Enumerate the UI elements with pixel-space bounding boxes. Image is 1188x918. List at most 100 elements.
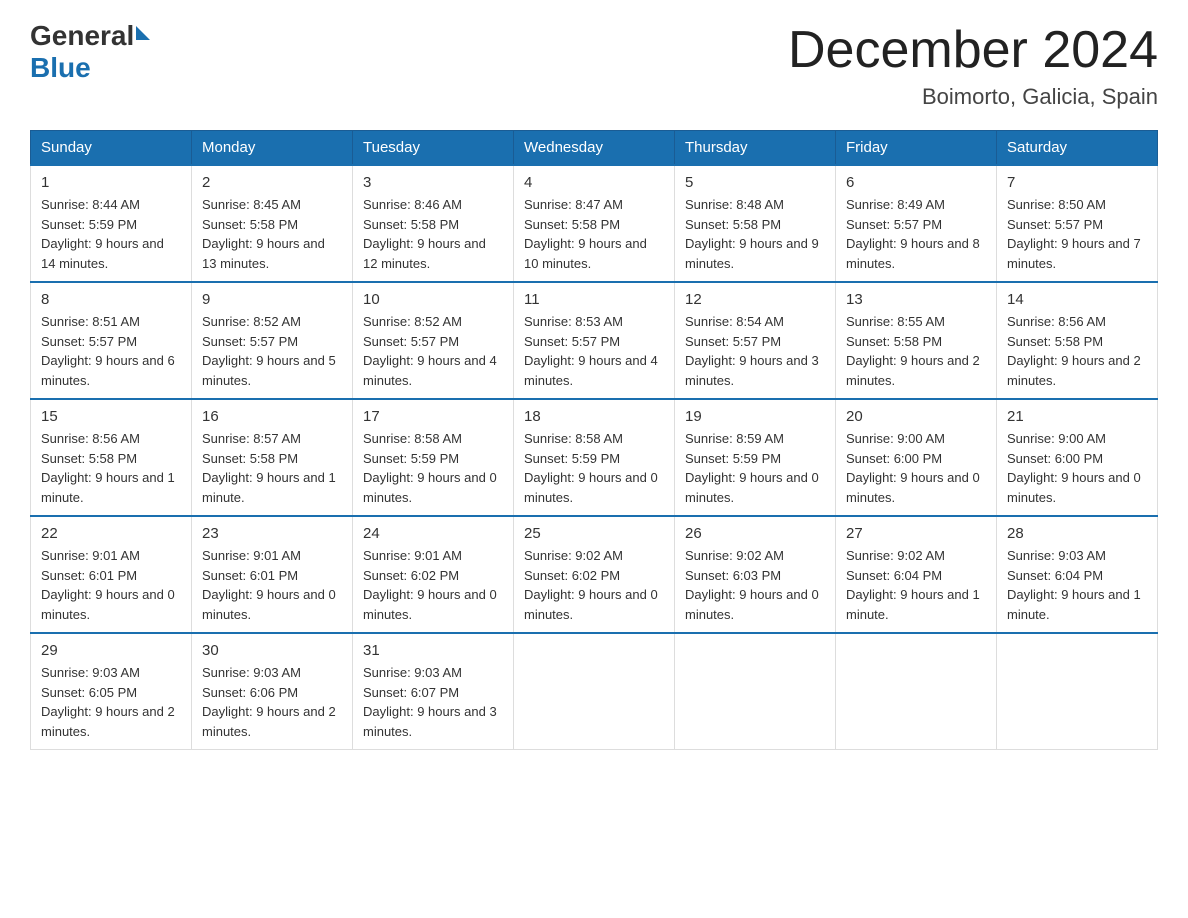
day-info: Sunrise: 9:02 AMSunset: 6:02 PMDaylight:… bbox=[524, 546, 664, 624]
day-info: Sunrise: 8:54 AMSunset: 5:57 PMDaylight:… bbox=[685, 312, 825, 390]
day-number: 15 bbox=[41, 408, 181, 425]
day-info: Sunrise: 9:01 AMSunset: 6:02 PMDaylight:… bbox=[363, 546, 503, 624]
day-info: Sunrise: 8:56 AMSunset: 5:58 PMDaylight:… bbox=[1007, 312, 1147, 390]
calendar-cell: 16 Sunrise: 8:57 AMSunset: 5:58 PMDaylig… bbox=[192, 399, 353, 516]
page-header: General Blue December 2024 Boimorto, Gal… bbox=[30, 20, 1158, 110]
month-title: December 2024 bbox=[788, 20, 1158, 80]
calendar-cell: 17 Sunrise: 8:58 AMSunset: 5:59 PMDaylig… bbox=[353, 399, 514, 516]
calendar-cell: 28 Sunrise: 9:03 AMSunset: 6:04 PMDaylig… bbox=[997, 516, 1158, 633]
calendar-cell: 27 Sunrise: 9:02 AMSunset: 6:04 PMDaylig… bbox=[836, 516, 997, 633]
calendar-cell: 4 Sunrise: 8:47 AMSunset: 5:58 PMDayligh… bbox=[514, 165, 675, 282]
day-info: Sunrise: 8:58 AMSunset: 5:59 PMDaylight:… bbox=[363, 429, 503, 507]
day-info: Sunrise: 8:48 AMSunset: 5:58 PMDaylight:… bbox=[685, 195, 825, 273]
day-info: Sunrise: 9:03 AMSunset: 6:07 PMDaylight:… bbox=[363, 663, 503, 741]
calendar-cell: 14 Sunrise: 8:56 AMSunset: 5:58 PMDaylig… bbox=[997, 282, 1158, 399]
week-row-4: 22 Sunrise: 9:01 AMSunset: 6:01 PMDaylig… bbox=[31, 516, 1158, 633]
day-info: Sunrise: 8:58 AMSunset: 5:59 PMDaylight:… bbox=[524, 429, 664, 507]
calendar-cell: 19 Sunrise: 8:59 AMSunset: 5:59 PMDaylig… bbox=[675, 399, 836, 516]
calendar-cell: 9 Sunrise: 8:52 AMSunset: 5:57 PMDayligh… bbox=[192, 282, 353, 399]
weekday-header-thursday: Thursday bbox=[675, 131, 836, 166]
day-number: 30 bbox=[202, 642, 342, 659]
day-number: 12 bbox=[685, 291, 825, 308]
day-number: 21 bbox=[1007, 408, 1147, 425]
calendar-cell: 20 Sunrise: 9:00 AMSunset: 6:00 PMDaylig… bbox=[836, 399, 997, 516]
day-info: Sunrise: 9:03 AMSunset: 6:04 PMDaylight:… bbox=[1007, 546, 1147, 624]
day-info: Sunrise: 9:01 AMSunset: 6:01 PMDaylight:… bbox=[202, 546, 342, 624]
day-number: 7 bbox=[1007, 174, 1147, 191]
day-number: 16 bbox=[202, 408, 342, 425]
day-info: Sunrise: 8:52 AMSunset: 5:57 PMDaylight:… bbox=[363, 312, 503, 390]
day-number: 4 bbox=[524, 174, 664, 191]
calendar-cell: 2 Sunrise: 8:45 AMSunset: 5:58 PMDayligh… bbox=[192, 165, 353, 282]
weekday-header-row: SundayMondayTuesdayWednesdayThursdayFrid… bbox=[31, 131, 1158, 166]
day-number: 6 bbox=[846, 174, 986, 191]
day-number: 18 bbox=[524, 408, 664, 425]
day-info: Sunrise: 8:51 AMSunset: 5:57 PMDaylight:… bbox=[41, 312, 181, 390]
weekday-header-saturday: Saturday bbox=[997, 131, 1158, 166]
calendar-cell: 30 Sunrise: 9:03 AMSunset: 6:06 PMDaylig… bbox=[192, 633, 353, 750]
day-info: Sunrise: 8:53 AMSunset: 5:57 PMDaylight:… bbox=[524, 312, 664, 390]
calendar-cell: 10 Sunrise: 8:52 AMSunset: 5:57 PMDaylig… bbox=[353, 282, 514, 399]
day-info: Sunrise: 8:52 AMSunset: 5:57 PMDaylight:… bbox=[202, 312, 342, 390]
day-number: 24 bbox=[363, 525, 503, 542]
calendar-cell: 7 Sunrise: 8:50 AMSunset: 5:57 PMDayligh… bbox=[997, 165, 1158, 282]
day-number: 27 bbox=[846, 525, 986, 542]
calendar-cell: 25 Sunrise: 9:02 AMSunset: 6:02 PMDaylig… bbox=[514, 516, 675, 633]
day-info: Sunrise: 8:57 AMSunset: 5:58 PMDaylight:… bbox=[202, 429, 342, 507]
logo-triangle-icon bbox=[136, 26, 150, 40]
calendar-cell: 13 Sunrise: 8:55 AMSunset: 5:58 PMDaylig… bbox=[836, 282, 997, 399]
title-area: December 2024 Boimorto, Galicia, Spain bbox=[788, 20, 1158, 110]
logo: General Blue bbox=[30, 20, 150, 84]
day-info: Sunrise: 9:00 AMSunset: 6:00 PMDaylight:… bbox=[1007, 429, 1147, 507]
day-number: 19 bbox=[685, 408, 825, 425]
calendar-cell: 22 Sunrise: 9:01 AMSunset: 6:01 PMDaylig… bbox=[31, 516, 192, 633]
calendar-cell bbox=[675, 633, 836, 750]
day-number: 3 bbox=[363, 174, 503, 191]
calendar-cell: 1 Sunrise: 8:44 AMSunset: 5:59 PMDayligh… bbox=[31, 165, 192, 282]
calendar-cell: 8 Sunrise: 8:51 AMSunset: 5:57 PMDayligh… bbox=[31, 282, 192, 399]
weekday-header-wednesday: Wednesday bbox=[514, 131, 675, 166]
calendar-cell: 26 Sunrise: 9:02 AMSunset: 6:03 PMDaylig… bbox=[675, 516, 836, 633]
day-number: 17 bbox=[363, 408, 503, 425]
day-number: 13 bbox=[846, 291, 986, 308]
day-number: 11 bbox=[524, 291, 664, 308]
calendar-cell: 31 Sunrise: 9:03 AMSunset: 6:07 PMDaylig… bbox=[353, 633, 514, 750]
week-row-3: 15 Sunrise: 8:56 AMSunset: 5:58 PMDaylig… bbox=[31, 399, 1158, 516]
day-info: Sunrise: 9:01 AMSunset: 6:01 PMDaylight:… bbox=[41, 546, 181, 624]
calendar-cell bbox=[836, 633, 997, 750]
day-info: Sunrise: 8:45 AMSunset: 5:58 PMDaylight:… bbox=[202, 195, 342, 273]
day-info: Sunrise: 8:49 AMSunset: 5:57 PMDaylight:… bbox=[846, 195, 986, 273]
calendar-cell: 21 Sunrise: 9:00 AMSunset: 6:00 PMDaylig… bbox=[997, 399, 1158, 516]
day-number: 5 bbox=[685, 174, 825, 191]
calendar-cell bbox=[997, 633, 1158, 750]
day-number: 14 bbox=[1007, 291, 1147, 308]
week-row-2: 8 Sunrise: 8:51 AMSunset: 5:57 PMDayligh… bbox=[31, 282, 1158, 399]
logo-general-text: General bbox=[30, 20, 134, 52]
week-row-5: 29 Sunrise: 9:03 AMSunset: 6:05 PMDaylig… bbox=[31, 633, 1158, 750]
calendar-cell: 29 Sunrise: 9:03 AMSunset: 6:05 PMDaylig… bbox=[31, 633, 192, 750]
day-number: 2 bbox=[202, 174, 342, 191]
day-number: 1 bbox=[41, 174, 181, 191]
day-info: Sunrise: 8:55 AMSunset: 5:58 PMDaylight:… bbox=[846, 312, 986, 390]
calendar-cell: 6 Sunrise: 8:49 AMSunset: 5:57 PMDayligh… bbox=[836, 165, 997, 282]
day-info: Sunrise: 9:03 AMSunset: 6:06 PMDaylight:… bbox=[202, 663, 342, 741]
day-info: Sunrise: 8:50 AMSunset: 5:57 PMDaylight:… bbox=[1007, 195, 1147, 273]
day-info: Sunrise: 9:00 AMSunset: 6:00 PMDaylight:… bbox=[846, 429, 986, 507]
day-number: 20 bbox=[846, 408, 986, 425]
weekday-header-sunday: Sunday bbox=[31, 131, 192, 166]
calendar-cell: 18 Sunrise: 8:58 AMSunset: 5:59 PMDaylig… bbox=[514, 399, 675, 516]
day-info: Sunrise: 8:47 AMSunset: 5:58 PMDaylight:… bbox=[524, 195, 664, 273]
day-number: 26 bbox=[685, 525, 825, 542]
calendar-cell bbox=[514, 633, 675, 750]
day-number: 29 bbox=[41, 642, 181, 659]
day-info: Sunrise: 9:03 AMSunset: 6:05 PMDaylight:… bbox=[41, 663, 181, 741]
calendar-cell: 15 Sunrise: 8:56 AMSunset: 5:58 PMDaylig… bbox=[31, 399, 192, 516]
day-number: 10 bbox=[363, 291, 503, 308]
weekday-header-tuesday: Tuesday bbox=[353, 131, 514, 166]
calendar-cell: 24 Sunrise: 9:01 AMSunset: 6:02 PMDaylig… bbox=[353, 516, 514, 633]
day-number: 22 bbox=[41, 525, 181, 542]
location-title: Boimorto, Galicia, Spain bbox=[788, 84, 1158, 110]
day-info: Sunrise: 9:02 AMSunset: 6:04 PMDaylight:… bbox=[846, 546, 986, 624]
day-info: Sunrise: 8:56 AMSunset: 5:58 PMDaylight:… bbox=[41, 429, 181, 507]
week-row-1: 1 Sunrise: 8:44 AMSunset: 5:59 PMDayligh… bbox=[31, 165, 1158, 282]
